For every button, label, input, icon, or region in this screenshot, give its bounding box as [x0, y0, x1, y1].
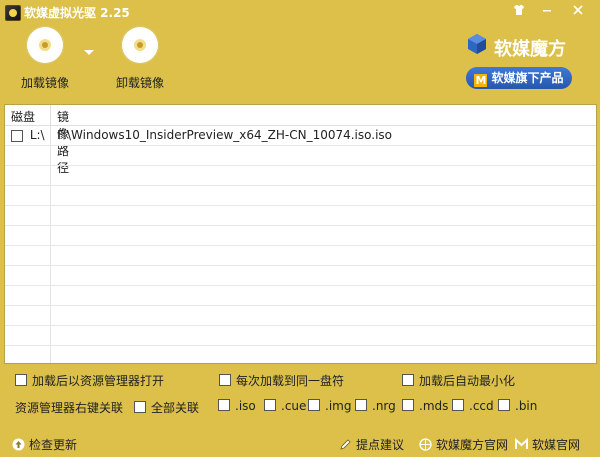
ext-ccd-option[interactable]: .ccd — [452, 399, 494, 413]
empty-row — [5, 346, 596, 363]
header-disk-label: 磁盘 — [11, 110, 36, 124]
row-disk: L:\ — [29, 128, 45, 142]
empty-row — [5, 146, 596, 166]
same-drive-label: 每次加载到同一盘符 — [236, 374, 345, 388]
ext-cue-label: .cue — [281, 399, 307, 413]
load-image-label: 加载镜像 — [20, 76, 69, 90]
check-update-link[interactable]: 检查更新 — [12, 436, 77, 453]
ext-cue-checkbox[interactable] — [264, 399, 276, 411]
mofang-site-label: 软媒魔方官网 — [436, 438, 509, 452]
empty-row — [5, 226, 596, 246]
disc-unload-icon — [121, 26, 159, 64]
cube-logo-icon — [468, 34, 486, 54]
minimize-button[interactable] — [537, 3, 557, 21]
ext-ccd-checkbox[interactable] — [452, 399, 464, 411]
check-update-label: 检查更新 — [29, 438, 78, 452]
pencil-icon — [340, 439, 351, 450]
empty-row — [5, 286, 596, 306]
ext-nrg-label: .nrg — [372, 399, 396, 413]
feedback-link[interactable]: 提点建议 — [339, 436, 404, 453]
same-drive-checkbox[interactable] — [219, 374, 231, 386]
header-disk[interactable]: 磁盘 — [5, 105, 51, 125]
context-menu-label: 资源管理器右键关联 — [15, 401, 124, 415]
ext-iso-checkbox[interactable] — [218, 399, 230, 411]
close-button[interactable] — [568, 3, 588, 21]
ext-mds-option[interactable]: .mds — [402, 399, 448, 413]
all-assoc-checkbox[interactable] — [134, 401, 146, 413]
app-icon — [5, 5, 21, 21]
all-assoc-option[interactable]: 全部关联 — [134, 399, 199, 416]
feedback-label: 提点建议 — [356, 438, 405, 452]
empty-row — [5, 186, 596, 206]
empty-row — [5, 306, 596, 326]
ext-iso-label: .iso — [235, 399, 256, 413]
ext-ccd-label: .ccd — [469, 399, 494, 413]
load-image-button[interactable]: 加载镜像 — [10, 26, 80, 96]
title-bar: 软媒虚拟光驱 2.25 — [0, 0, 600, 24]
all-assoc-label: 全部关联 — [151, 401, 200, 415]
window-title: 软媒虚拟光驱 2.25 — [24, 6, 130, 20]
empty-row — [5, 166, 596, 186]
unload-image-button[interactable]: 卸载镜像 — [105, 26, 175, 96]
minimize-label: 加载后自动最小化 — [419, 374, 516, 388]
unload-image-label: 卸载镜像 — [115, 76, 164, 90]
ext-mds-label: .mds — [419, 399, 449, 413]
app-window: 软媒虚拟光驱 2.25 加载镜像 卸载镜像 软媒魔方 M 软媒旗下产品 磁盘 镜… — [0, 0, 600, 457]
ext-nrg-checkbox[interactable] — [355, 399, 367, 411]
empty-row — [5, 246, 596, 266]
load-dropdown-arrow-icon[interactable] — [84, 50, 94, 55]
ext-cue-option[interactable]: .cue — [264, 399, 306, 413]
disc-load-icon — [26, 26, 64, 64]
list-header: 磁盘 镜像路径 — [5, 105, 596, 175]
ext-iso-option[interactable]: .iso — [218, 399, 256, 413]
table-row[interactable]: L:\ F:\Windows10_InsiderPreview_x64_ZH-C… — [5, 126, 596, 146]
ruanmei-m-icon — [515, 438, 528, 449]
ext-bin-option[interactable]: .bin — [498, 399, 537, 413]
status-bar: 检查更新 提点建议 软媒魔方官网 软媒官网 — [0, 431, 600, 457]
ruanmei-site-link[interactable]: 软媒官网 — [515, 436, 580, 453]
open-explorer-checkbox[interactable] — [15, 374, 27, 386]
update-arrow-icon — [12, 438, 25, 451]
ext-img-label: .img — [325, 399, 352, 413]
same-drive-option[interactable]: 每次加载到同一盘符 — [219, 372, 344, 389]
ext-bin-checkbox[interactable] — [498, 399, 510, 411]
globe-icon — [419, 438, 432, 451]
open-explorer-label: 加载后以资源管理器打开 — [32, 374, 165, 388]
empty-row — [5, 206, 596, 226]
mofang-site-link[interactable]: 软媒魔方官网 — [419, 436, 508, 453]
row-checkbox[interactable] — [11, 129, 23, 142]
ext-mds-checkbox[interactable] — [402, 399, 414, 411]
empty-row — [5, 326, 596, 346]
ext-nrg-option[interactable]: .nrg — [355, 399, 396, 413]
ext-img-checkbox[interactable] — [308, 399, 320, 411]
skin-icon[interactable] — [509, 3, 529, 21]
row-path: F:\Windows10_InsiderPreview_x64_ZH-CN_10… — [57, 128, 393, 142]
ext-img-option[interactable]: .img — [308, 399, 351, 413]
m-badge-icon: M — [474, 74, 488, 87]
open-explorer-option[interactable]: 加载后以资源管理器打开 — [15, 372, 164, 389]
brand-logo: 软媒魔方 — [466, 33, 591, 60]
products-label: 软媒旗下产品 — [491, 71, 564, 85]
ext-bin-label: .bin — [515, 399, 538, 413]
products-button[interactable]: M 软媒旗下产品 — [466, 67, 572, 89]
brand-logo-text: 软媒魔方 — [494, 39, 566, 60]
minimize-option[interactable]: 加载后自动最小化 — [402, 372, 515, 389]
empty-row — [5, 266, 596, 286]
mounted-images-list[interactable]: 磁盘 镜像路径 L:\ F:\Windows10_InsiderPreview_… — [4, 104, 597, 364]
minimize-checkbox[interactable] — [402, 374, 414, 386]
ruanmei-site-label: 软媒官网 — [532, 438, 581, 452]
